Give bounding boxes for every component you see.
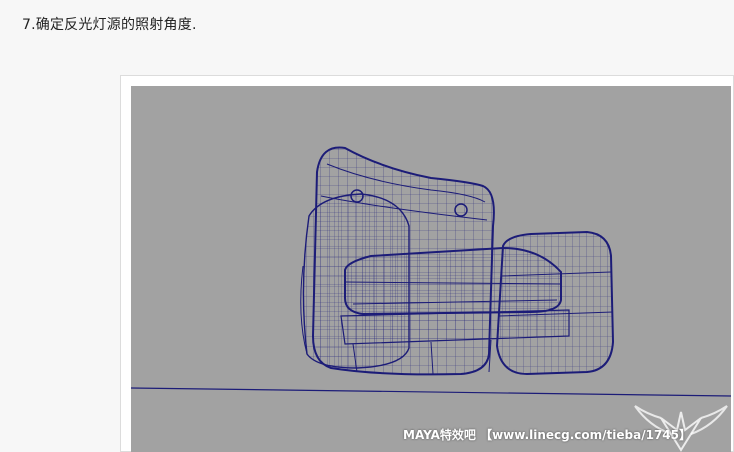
step-title: 7.确定反光灯源的照射角度. — [22, 17, 197, 33]
watermark-text: MAYA特效吧 【www.linecg.com/tieba/1745】 — [403, 428, 692, 442]
maya-viewport-image: MAYA特效吧 【www.linecg.com/tieba/1745】 — [131, 86, 731, 452]
wireframe-sofa-render — [131, 146, 731, 397]
right-arm-cushion — [495, 230, 615, 376]
ground-plane-line — [131, 387, 731, 397]
